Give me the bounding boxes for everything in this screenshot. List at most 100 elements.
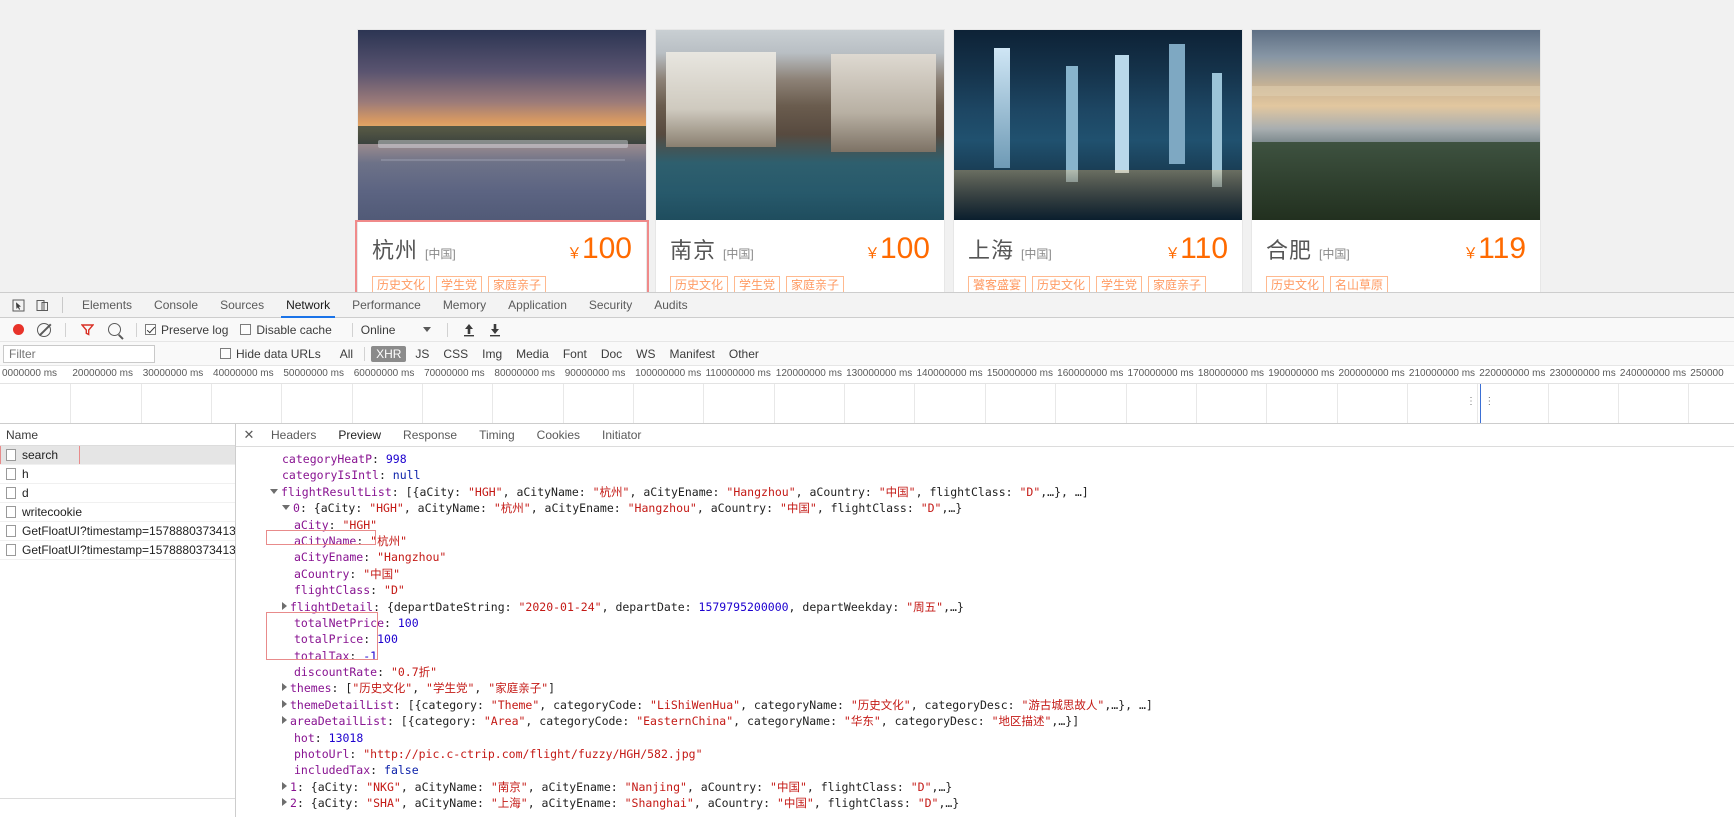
chevron-right-icon[interactable] <box>282 716 287 725</box>
device-toolbar-icon[interactable] <box>30 294 54 316</box>
chevron-down-icon[interactable] <box>282 505 290 511</box>
json-line[interactable]: themes: ["历史文化", "学生党", "家庭亲子"] <box>248 680 1734 696</box>
resource-filter-manifest[interactable]: Manifest <box>665 346 720 362</box>
chevron-right-icon[interactable] <box>282 781 287 790</box>
destination-card[interactable]: 合肥 [中国] ￥119 历史文化 名山草原 <box>1252 30 1540 292</box>
json-line[interactable]: photoUrl: "http://pic.c-ctrip.com/flight… <box>248 746 1734 762</box>
detail-tab-cookies[interactable]: Cookies <box>526 424 591 447</box>
json-line[interactable]: aCityName: "杭州" <box>248 533 1734 549</box>
resource-filter-all[interactable]: All <box>335 346 358 362</box>
destination-card[interactable]: 杭州 [中国] ￥100 历史文化 学生党 家庭亲子 <box>355 30 649 292</box>
export-har-icon[interactable] <box>489 323 501 337</box>
request-row[interactable]: search <box>0 446 235 465</box>
request-row[interactable]: h <box>0 465 235 484</box>
panel-tab-performance[interactable]: Performance <box>341 293 432 318</box>
card-photo[interactable] <box>954 30 1242 220</box>
panel-tab-application[interactable]: Application <box>497 293 578 318</box>
json-line[interactable]: categoryHeatP: 998 <box>248 451 1734 467</box>
request-row[interactable]: d <box>0 484 235 503</box>
panel-tab-elements[interactable]: Elements <box>71 293 143 318</box>
json-line[interactable]: themeDetailList: [{category: "Theme", ca… <box>248 697 1734 713</box>
theme-tag[interactable]: 名山草原 <box>1330 276 1389 292</box>
resource-filter-js[interactable]: JS <box>410 346 434 362</box>
disable-cache-box[interactable] <box>240 323 252 335</box>
panel-tab-memory[interactable]: Memory <box>432 293 497 318</box>
clear-button-icon[interactable] <box>37 322 51 337</box>
throttling-select-value[interactable]: Online <box>361 323 396 337</box>
json-line[interactable]: totalNetPrice: 100 <box>248 615 1734 631</box>
preserve-log-checkbox[interactable]: Preserve log <box>145 323 228 337</box>
panel-tab-audits[interactable]: Audits <box>643 293 698 318</box>
destination-card[interactable]: 南京 [中国] ￥100 历史文化 学生党 家庭亲子 <box>656 30 944 292</box>
import-har-icon[interactable] <box>463 323 475 337</box>
theme-tag[interactable]: 历史文化 <box>1032 276 1091 292</box>
json-line[interactable]: areaDetailList: [{category: "Area", cate… <box>248 713 1734 729</box>
panel-tab-security[interactable]: Security <box>578 293 643 318</box>
theme-tag[interactable]: 家庭亲子 <box>488 276 547 292</box>
close-icon[interactable]: ✕ <box>238 427 260 443</box>
json-line[interactable]: 1: {aCity: "NKG", aCityName: "南京", aCity… <box>248 779 1734 795</box>
theme-tag[interactable]: 学生党 <box>1096 276 1143 292</box>
json-line[interactable]: 0: {aCity: "HGH", aCityName: "杭州", aCity… <box>248 500 1734 516</box>
detail-tab-initiator[interactable]: Initiator <box>591 424 652 447</box>
panel-tab-console[interactable]: Console <box>143 293 209 318</box>
json-line[interactable]: includedTax: false <box>248 762 1734 778</box>
resource-filter-media[interactable]: Media <box>511 346 554 362</box>
panel-tab-sources[interactable]: Sources <box>209 293 275 318</box>
chevron-down-icon[interactable] <box>270 488 278 494</box>
json-line[interactable]: totalPrice: 100 <box>248 631 1734 647</box>
theme-tag[interactable]: 历史文化 <box>670 276 729 292</box>
inspect-element-icon[interactable] <box>6 294 30 316</box>
detail-tab-response[interactable]: Response <box>392 424 468 447</box>
card-photo[interactable] <box>358 30 646 220</box>
json-line[interactable]: 2: {aCity: "SHA", aCityName: "上海", aCity… <box>248 795 1734 811</box>
json-line[interactable]: flightResultList: [{aCity: "HGH", aCityN… <box>248 484 1734 500</box>
json-line[interactable]: categoryIsIntl: null <box>248 467 1734 483</box>
theme-tag[interactable]: 家庭亲子 <box>786 276 845 292</box>
request-row[interactable]: writecookie <box>0 503 235 522</box>
json-line[interactable]: flightDetail: {departDateString: "2020-0… <box>248 599 1734 615</box>
resource-filter-css[interactable]: CSS <box>438 346 473 362</box>
chevron-right-icon[interactable] <box>282 601 287 610</box>
json-line[interactable]: aCity: "HGH" <box>248 517 1734 533</box>
json-line[interactable]: flightClass: "D" <box>248 582 1734 598</box>
request-row[interactable]: GetFloatUI?timestamp=1578880373413 <box>0 541 235 560</box>
theme-tag[interactable]: 家庭亲子 <box>1148 276 1207 292</box>
resource-filter-other[interactable]: Other <box>724 346 764 362</box>
network-overview-timeline[interactable]: 0000000 ms 20000000 ms 30000000 ms 40000000… <box>0 366 1734 424</box>
json-line[interactable]: aCityEname: "Hangzhou" <box>248 549 1734 565</box>
chevron-right-icon[interactable] <box>282 683 287 692</box>
json-line[interactable]: discountRate: "0.7折" <box>248 664 1734 680</box>
preserve-log-box[interactable] <box>145 323 156 335</box>
detail-tab-headers[interactable]: Headers <box>260 424 327 447</box>
card-photo[interactable] <box>1252 30 1540 220</box>
resource-filter-img[interactable]: Img <box>477 346 507 362</box>
hide-data-urls-box[interactable] <box>220 347 231 359</box>
request-list-header[interactable]: Name <box>0 424 235 446</box>
json-line[interactable]: totalTax: -1 <box>248 648 1734 664</box>
hide-data-urls-checkbox[interactable]: Hide data URLs <box>220 347 321 361</box>
theme-tag[interactable]: 学生党 <box>436 276 483 292</box>
theme-tag[interactable]: 历史文化 <box>1266 276 1325 292</box>
detail-tab-preview[interactable]: Preview <box>327 424 392 447</box>
filter-icon[interactable] <box>80 323 95 336</box>
filter-input[interactable] <box>3 344 155 363</box>
record-button-icon[interactable] <box>13 324 24 335</box>
resource-filter-doc[interactable]: Doc <box>596 346 627 362</box>
panel-tab-network[interactable]: Network <box>275 293 341 318</box>
preview-json-tree[interactable]: categoryHeatP: 998 categoryIsIntl: null fl… <box>236 447 1734 817</box>
chevron-right-icon[interactable] <box>282 798 287 807</box>
card-photo[interactable] <box>656 30 944 220</box>
theme-tag[interactable]: 学生党 <box>734 276 781 292</box>
disable-cache-checkbox[interactable]: Disable cache <box>240 323 332 337</box>
json-line[interactable]: hot: 13018 <box>248 730 1734 746</box>
resource-filter-font[interactable]: Font <box>558 346 592 362</box>
chevron-down-icon[interactable] <box>423 327 432 332</box>
theme-tag[interactable]: 饕客盛宴 <box>968 276 1027 292</box>
chevron-right-icon[interactable] <box>282 699 287 708</box>
theme-tag[interactable]: 历史文化 <box>372 276 431 292</box>
resource-filter-xhr[interactable]: XHR <box>371 345 407 362</box>
request-row[interactable]: GetFloatUI?timestamp=1578880373413 <box>0 522 235 541</box>
list-resizer[interactable] <box>0 798 235 799</box>
search-icon[interactable] <box>108 323 121 336</box>
